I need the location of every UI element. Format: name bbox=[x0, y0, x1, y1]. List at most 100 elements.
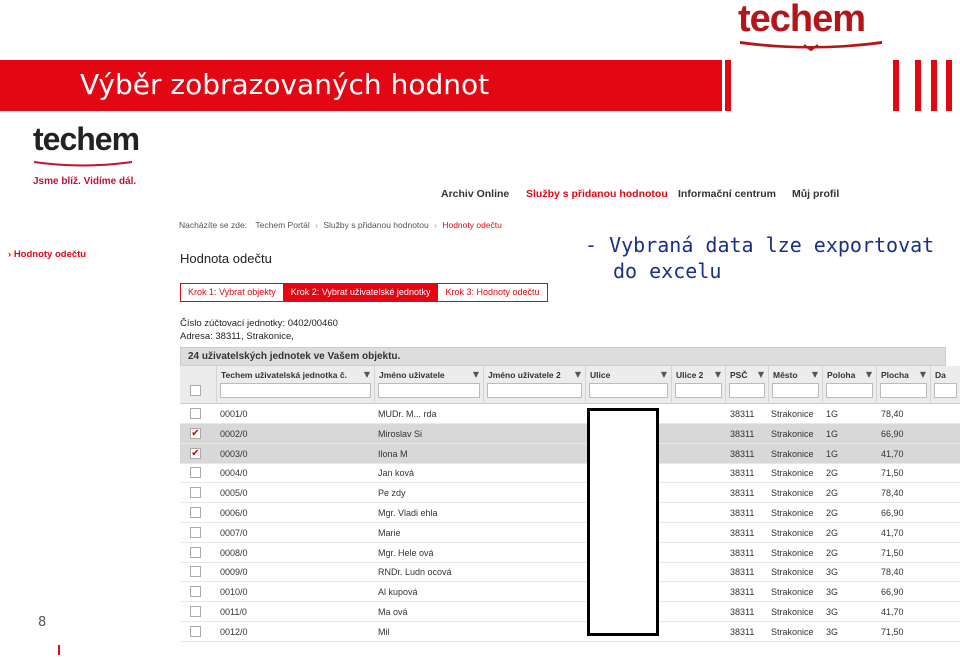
column-header[interactable]: Jméno uživatele ▼ bbox=[374, 366, 483, 404]
column-header[interactable]: Město ▼ bbox=[768, 366, 822, 404]
unit-cell: 0009/0 bbox=[220, 567, 248, 578]
unit-cell: 0006/0 bbox=[220, 508, 248, 518]
row-checkbox[interactable] bbox=[190, 408, 201, 419]
unit-cell: 0012/0 bbox=[220, 626, 248, 637]
filter-input[interactable] bbox=[934, 383, 957, 398]
name-cell: RNDr. Ludn ocová bbox=[378, 567, 452, 578]
filter-input[interactable] bbox=[729, 383, 765, 398]
table-row[interactable]: 0011/0 Ma ová 38311 Strakonice 3G 41,70 bbox=[180, 602, 960, 622]
position-cell: 1G bbox=[826, 428, 839, 439]
column-header[interactable]: Da bbox=[930, 366, 960, 404]
table-row[interactable]: ✔ 0003/0 Ilona M 38311 Strakonice 1G 41,70 bbox=[180, 443, 960, 464]
city-cell: Strakonice bbox=[771, 587, 814, 598]
name-cell: Pe zdy bbox=[378, 488, 406, 499]
select-all-checkbox[interactable] bbox=[190, 385, 201, 396]
area-cell: 78,40 bbox=[881, 488, 904, 499]
techem-logo-portal[interactable]: techem Jsme blíž. Vidíme dál. bbox=[33, 121, 140, 187]
filter-input[interactable] bbox=[378, 383, 480, 398]
filter-input[interactable] bbox=[675, 383, 722, 398]
row-checkbox[interactable] bbox=[190, 566, 201, 578]
techem-logo-top: techem bbox=[738, 0, 884, 52]
chevron-right-icon: › bbox=[8, 249, 12, 260]
filter-input[interactable] bbox=[220, 383, 371, 398]
unit-cell: 0007/0 bbox=[220, 527, 248, 538]
name-cell: MUDr. M... rda bbox=[378, 409, 437, 419]
position-cell: 2G bbox=[826, 547, 839, 558]
note-line-2: do excelu bbox=[613, 259, 722, 283]
name-cell: Mil bbox=[378, 626, 390, 637]
row-checkbox[interactable]: ✔ bbox=[190, 447, 201, 459]
row-checkbox[interactable] bbox=[190, 487, 201, 499]
position-cell: 2G bbox=[826, 488, 839, 499]
filter-input[interactable] bbox=[826, 383, 873, 398]
page-title: Hodnota odečtu bbox=[180, 251, 272, 266]
unit-cell: 0002/0 bbox=[220, 428, 248, 439]
row-checkbox[interactable] bbox=[190, 625, 201, 637]
city-cell: Strakonice bbox=[771, 448, 814, 459]
filter-input[interactable] bbox=[589, 383, 668, 398]
column-header[interactable]: Plocha ▼ bbox=[876, 366, 930, 404]
unit-cell: 0004/0 bbox=[220, 468, 248, 479]
psc-cell: 38311 bbox=[730, 508, 755, 518]
chevron-right-icon: › bbox=[434, 220, 437, 230]
psc-cell: 38311 bbox=[730, 567, 755, 578]
column-header[interactable]: Poloha ▼ bbox=[822, 366, 876, 404]
row-checkbox[interactable] bbox=[190, 467, 201, 479]
table-row[interactable]: 0004/0 Jan ková 38311 Strakonice 2G 71,50 bbox=[180, 463, 960, 484]
psc-cell: 38311 bbox=[730, 547, 755, 558]
nav-archiv-online[interactable]: Archiv Online bbox=[441, 188, 509, 200]
tab-step-2[interactable]: Krok 2: Vybrat uživatelské jednotky bbox=[283, 284, 439, 301]
logo-wordmark: techem bbox=[33, 121, 140, 157]
grid-title: 24 uživatelských jednotek ve Vašem objek… bbox=[180, 347, 946, 366]
area-cell: 66,90 bbox=[881, 508, 904, 518]
redaction-box bbox=[587, 408, 659, 636]
position-cell: 3G bbox=[826, 607, 839, 617]
sort-icon: ▼ bbox=[865, 370, 872, 379]
breadcrumb-item[interactable]: Služby s přidanou hodnotou bbox=[323, 220, 428, 230]
filter-input[interactable] bbox=[880, 383, 927, 398]
city-cell: Strakonice bbox=[771, 567, 814, 578]
sort-icon: ▼ bbox=[660, 370, 667, 379]
table-row[interactable]: 0006/0 Mgr. Vladi ehla 38311 Strakonice 2G 66… bbox=[180, 503, 960, 523]
breadcrumb-prefix: Nacházíte se zde: bbox=[179, 220, 248, 230]
filter-input[interactable] bbox=[772, 383, 819, 398]
table-row[interactable]: 0010/0 Al kupová 38311 Strakonice 3G 66,90 bbox=[180, 582, 960, 603]
table-row[interactable]: 0005/0 Pe zdy 38311 Strakonice 2G 78,40 bbox=[180, 483, 960, 504]
row-checkbox[interactable] bbox=[190, 546, 201, 558]
row-checkbox[interactable] bbox=[190, 507, 201, 518]
column-header[interactable]: Jméno uživatele 2 ▼ bbox=[483, 366, 585, 404]
row-checkbox[interactable]: ✔ bbox=[190, 427, 201, 439]
column-header[interactable]: Ulice 2 ▼ bbox=[671, 366, 725, 404]
row-checkbox[interactable] bbox=[190, 606, 201, 617]
column-header[interactable]: Techem uživatelská jednotka č. ▼ bbox=[216, 366, 374, 404]
table-row[interactable]: 0001/0 MUDr. M... rda 38311 Strakonice 1G 78,… bbox=[180, 404, 960, 424]
nav-muj-profil[interactable]: Můj profil bbox=[792, 188, 839, 200]
nav-sluzby[interactable]: Služby s přidanou hodnotou bbox=[526, 188, 668, 200]
area-cell: 41,70 bbox=[881, 607, 904, 617]
table-row[interactable]: ✔ 0002/0 Miroslav Si 38311 Strakonice 1G 66,90 bbox=[180, 423, 960, 444]
psc-cell: 38311 bbox=[730, 607, 755, 617]
breadcrumb-item[interactable]: Techem Portál bbox=[255, 220, 309, 230]
column-header[interactable]: PSČ ▼ bbox=[725, 366, 768, 404]
tab-step-3[interactable]: Krok 3: Hodnoty odečtu bbox=[438, 284, 546, 301]
position-cell: 3G bbox=[826, 567, 839, 578]
unit-cell: 0011/0 bbox=[220, 607, 247, 617]
logo-swoosh-icon bbox=[740, 41, 882, 52]
filter-input[interactable] bbox=[487, 383, 582, 398]
table-row[interactable]: 0012/0 Mil 38311 Strakonice 3G 71,50 bbox=[180, 622, 960, 642]
row-checkbox[interactable] bbox=[190, 586, 201, 598]
table-row[interactable]: 0007/0 Marie 38311 Strakonice 2G 41,70 bbox=[180, 523, 960, 543]
area-cell: 41,70 bbox=[881, 527, 904, 538]
nav-informacni-centrum[interactable]: Informační centrum bbox=[678, 188, 776, 200]
slide-number: 8 bbox=[38, 615, 47, 630]
table-row[interactable]: 0008/0 Mgr. Hele ová 38311 Strakonice 2G 71,5… bbox=[180, 543, 960, 563]
account-info: Číslo zúčtovací jednotky: 0402/00460 Adr… bbox=[180, 317, 338, 343]
column-header[interactable]: Ulice ▼ bbox=[585, 366, 671, 404]
row-checkbox[interactable] bbox=[190, 526, 201, 538]
psc-cell: 38311 bbox=[730, 587, 755, 598]
note-line-1: - Vybraná data lze exportovat bbox=[585, 233, 935, 257]
sidebar-item-hodnoty-odectu[interactable]: › Hodnoty odečtu bbox=[8, 249, 86, 260]
table-row[interactable]: 0009/0 RNDr. Ludn ocová 38311 Strakonice 3G 7… bbox=[180, 562, 960, 583]
tab-step-1[interactable]: Krok 1: Vybrat objekty bbox=[181, 284, 284, 301]
position-cell: 2G bbox=[826, 508, 839, 518]
